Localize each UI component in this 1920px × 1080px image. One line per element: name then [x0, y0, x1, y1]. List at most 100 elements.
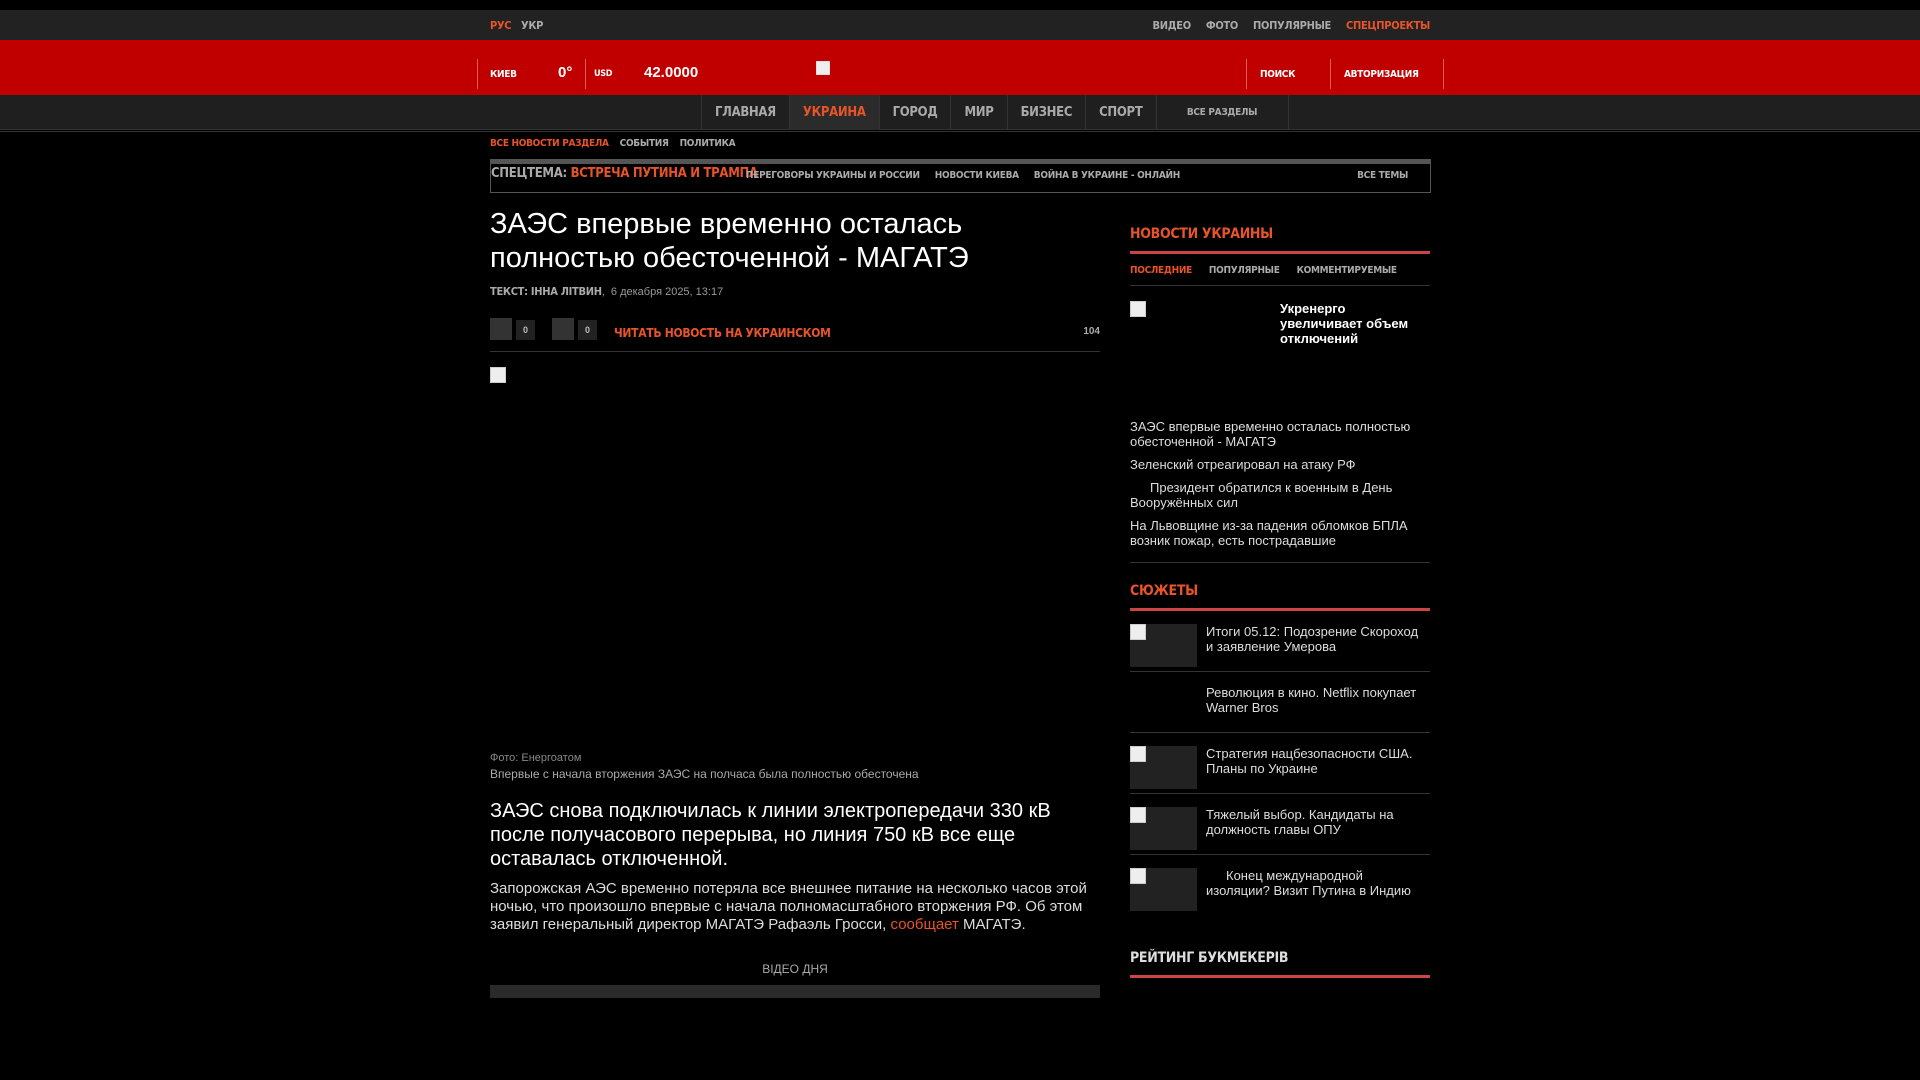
broken-image-icon: [1130, 746, 1146, 762]
story-item[interactable]: Итоги 05.12: Подозрение Скороход и заявл…: [1130, 611, 1430, 672]
top-link-photo[interactable]: ФОТО: [1206, 19, 1238, 32]
tab-commented[interactable]: КОММЕНТИРУЕМЫЕ: [1297, 265, 1397, 276]
menu-item-world[interactable]: МИР: [950, 95, 1006, 130]
menu-item-main[interactable]: ГЛАВНАЯ: [701, 95, 789, 130]
story-title[interactable]: Конец международной изоляции? Визит Пути…: [1206, 868, 1428, 898]
broken-image-icon: [1130, 301, 1146, 317]
menu-item-all-sections[interactable]: ВСЕ РАЗДЕЛЫ: [1155, 95, 1289, 130]
news-list: ЗАЭС впервые временно осталась полностью…: [1130, 419, 1430, 548]
menu-item-ukraine[interactable]: УКРАИНА: [788, 95, 879, 130]
body-text-end: МАГАТЭ.: [958, 916, 1026, 933]
share-facebook-icon[interactable]: [490, 318, 512, 340]
ukraine-news-title[interactable]: НОВОСТИ УКРАИНЫ: [1130, 226, 1430, 254]
story-title[interactable]: Тяжелый выбор. Кандидаты на должность гл…: [1206, 807, 1428, 837]
menu-item-city[interactable]: ГОРОД: [878, 95, 951, 130]
article-lead: ЗАЭС снова подключилась к линии электроп…: [490, 800, 1051, 870]
video-player[interactable]: [490, 985, 1100, 998]
list-item[interactable]: Зеленский отреагировал на атаку РФ: [1130, 457, 1430, 472]
featured-news-title[interactable]: Укренерго увеличивает объем отключений: [1280, 301, 1425, 346]
story-item[interactable]: Тяжелый выбор. Кандидаты на должность гл…: [1130, 794, 1430, 855]
article: ЗАЭС впервые временно осталась полностью…: [490, 207, 1100, 998]
top-bar: РУС УКР ВИДЕО ФОТО ПОПУЛЯРНЫЕ СПЕЦПРОЕКТ…: [0, 10, 1920, 40]
main-menu-bar: ГЛАВНАЯ УКРАИНА ГОРОД МИР БИЗНЕС СПОРТ В…: [0, 95, 1920, 130]
sidebar: НОВОСТИ УКРАИНЫ ПОСЛЕДНИЕ ПОПУЛЯРНЫЕ КОМ…: [1130, 226, 1430, 978]
divider: [1443, 59, 1444, 89]
submenu-divider: [0, 131, 1920, 132]
story-thumbnail: [1130, 807, 1197, 850]
spec-topic-link[interactable]: ВСТРЕЧА ПУТИНА И ТРАМПА: [571, 166, 758, 181]
spec-link-war-online[interactable]: ВОЙНА В УКРАИНЕ - ОНЛАЙН: [1034, 170, 1180, 181]
top-link-video[interactable]: ВИДЕО: [1153, 19, 1192, 32]
story-title[interactable]: Итоги 05.12: Подозрение Скороход и заявл…: [1206, 624, 1428, 654]
article-body: Запорожская АЭС временно потеряла все вн…: [490, 880, 1100, 934]
author-link[interactable]: ТЕКСТ: ІННА ЛІТВИН: [490, 285, 602, 298]
story-thumbnail: [1130, 624, 1197, 667]
main-menu: ГЛАВНАЯ УКРАИНА ГОРОД МИР БИЗНЕС СПОРТ В…: [701, 95, 1289, 130]
news-tabs: ПОСЛЕДНИЕ ПОПУЛЯРНЫЕ КОММЕНТИРУЕМЫЕ: [1130, 254, 1430, 286]
spec-link-kyiv-news[interactable]: НОВОСТИ КИЕВА: [935, 170, 1019, 181]
article-title: ЗАЭС впервые временно осталась полностью…: [490, 208, 969, 274]
list-item[interactable]: Президент обратился к военным в День Воо…: [1130, 480, 1430, 510]
view-count: 104: [1083, 326, 1100, 337]
list-item[interactable]: ЗАЭС впервые временно осталась полностью…: [1130, 419, 1430, 449]
currency-label: USD: [594, 69, 613, 79]
menu-item-sport[interactable]: СПОРТ: [1085, 95, 1155, 130]
byline: ТЕКСТ: ІННА ЛІТВИН, 6 декабря 2025, 13:1…: [490, 285, 724, 298]
top-link-popular[interactable]: ПОПУЛЯРНЫЕ: [1253, 19, 1331, 32]
share-count: 0: [516, 320, 535, 340]
spec-link-negotiations[interactable]: ПЕРЕГОВОРЫ УКРАИНЫ И РОССИИ: [746, 170, 920, 181]
story-item[interactable]: Конец международной изоляции? Визит Пути…: [1130, 855, 1430, 916]
currency-rate: 42.0000: [644, 64, 699, 81]
article-date: 6 декабря 2025, 13:17: [610, 286, 724, 298]
city-label: КИЕВ: [490, 69, 517, 80]
auth-button[interactable]: АВТОРИЗАЦИЯ: [1344, 69, 1419, 80]
story-thumbnail: [1130, 746, 1197, 789]
featured-news[interactable]: Укренерго увеличивает объем отключений: [1130, 301, 1430, 419]
share-count: 0: [578, 320, 597, 340]
story-item[interactable]: Революция в кино. Netflix покупает Warne…: [1130, 672, 1430, 733]
photo-credit: Фото: Енергоатом: [490, 752, 582, 764]
temperature: 0°: [558, 64, 573, 81]
article-tools: 0 0 ЧИТАТЬ НОВОСТЬ НА УКРАИНСКОМ 104: [490, 298, 1100, 352]
broken-image-icon: [1130, 807, 1146, 823]
bookmakers-section: РЕЙТИНГ БУКМЕКЕРІВ: [1130, 950, 1430, 978]
sub-menu: ВСЕ НОВОСТИ РАЗДЕЛА СОБЫТИЯ ПОЛИТИКА: [490, 138, 736, 149]
spec-all-topics[interactable]: ВСЕ ТЕМЫ: [1357, 170, 1408, 181]
broken-image-icon: [1130, 624, 1146, 640]
spec-label: СПЕЦТЕМА:: [491, 166, 567, 181]
broken-image-icon: [1130, 868, 1146, 884]
divider: [1246, 59, 1247, 89]
story-title[interactable]: Стратегия нацбезопасности США. Планы по …: [1206, 746, 1428, 776]
submenu-all-news[interactable]: ВСЕ НОВОСТИ РАЗДЕЛА: [490, 138, 609, 149]
read-ukrainian-link[interactable]: ЧИТАТЬ НОВОСТЬ НА УКРАИНСКОМ: [614, 326, 831, 340]
search-button[interactable]: ПОИСК: [1260, 69, 1295, 80]
submenu-politics[interactable]: ПОЛИТИКА: [680, 138, 736, 149]
spec-topic-bar: СПЕЦТЕМА: ВСТРЕЧА ПУТИНА И ТРАМПА ПЕРЕГО…: [490, 159, 1431, 193]
story-title[interactable]: Революция в кино. Netflix покупает Warne…: [1206, 685, 1428, 715]
menu-item-business[interactable]: БИЗНЕС: [1006, 95, 1086, 130]
video-of-day-label: ВІДЕО ДНЯ: [762, 962, 828, 976]
tab-latest[interactable]: ПОСЛЕДНИЕ: [1130, 265, 1192, 276]
divider: [585, 59, 586, 89]
share-telegram-icon[interactable]: [552, 318, 574, 340]
site-logo-icon[interactable]: [816, 61, 830, 75]
list-item[interactable]: На Львовщине из-за падения обломков БПЛА…: [1130, 518, 1430, 548]
submenu-events[interactable]: СОБЫТИЯ: [620, 138, 669, 149]
divider: [1130, 562, 1430, 563]
top-link-special[interactable]: СПЕЦПРОЕКТЫ: [1346, 19, 1430, 32]
header-bar: КИЕВ 0° USD 42.0000 ПОИСК АВТОРИЗАЦИЯ: [0, 40, 1920, 95]
list-item-text: Президент обратился к военным в День Воо…: [1130, 480, 1393, 510]
spec-links: ПЕРЕГОВОРЫ УКРАИНЫ И РОССИИ НОВОСТИ КИЕВ…: [746, 170, 1180, 181]
tab-popular[interactable]: ПОПУЛЯРНЫЕ: [1209, 265, 1280, 276]
lang-ru-link[interactable]: РУС: [490, 19, 512, 32]
lang-ua-link[interactable]: УКР: [521, 19, 543, 32]
spec-topic-head: СПЕЦТЕМА: ВСТРЕЧА ПУТИНА И ТРАМПА: [491, 166, 758, 181]
article-photo: [490, 367, 1100, 752]
story-title-text: Конец международной изоляции? Визит Пути…: [1206, 868, 1411, 898]
source-link[interactable]: сообщает: [891, 916, 959, 933]
story-item[interactable]: Стратегия нацбезопасности США. Планы по …: [1130, 733, 1430, 794]
bookmakers-title[interactable]: РЕЙТИНГ БУКМЕКЕРІВ: [1130, 950, 1430, 978]
stories-title[interactable]: СЮЖЕТЫ: [1130, 583, 1430, 611]
story-thumbnail: [1130, 868, 1197, 911]
divider: [477, 59, 478, 89]
